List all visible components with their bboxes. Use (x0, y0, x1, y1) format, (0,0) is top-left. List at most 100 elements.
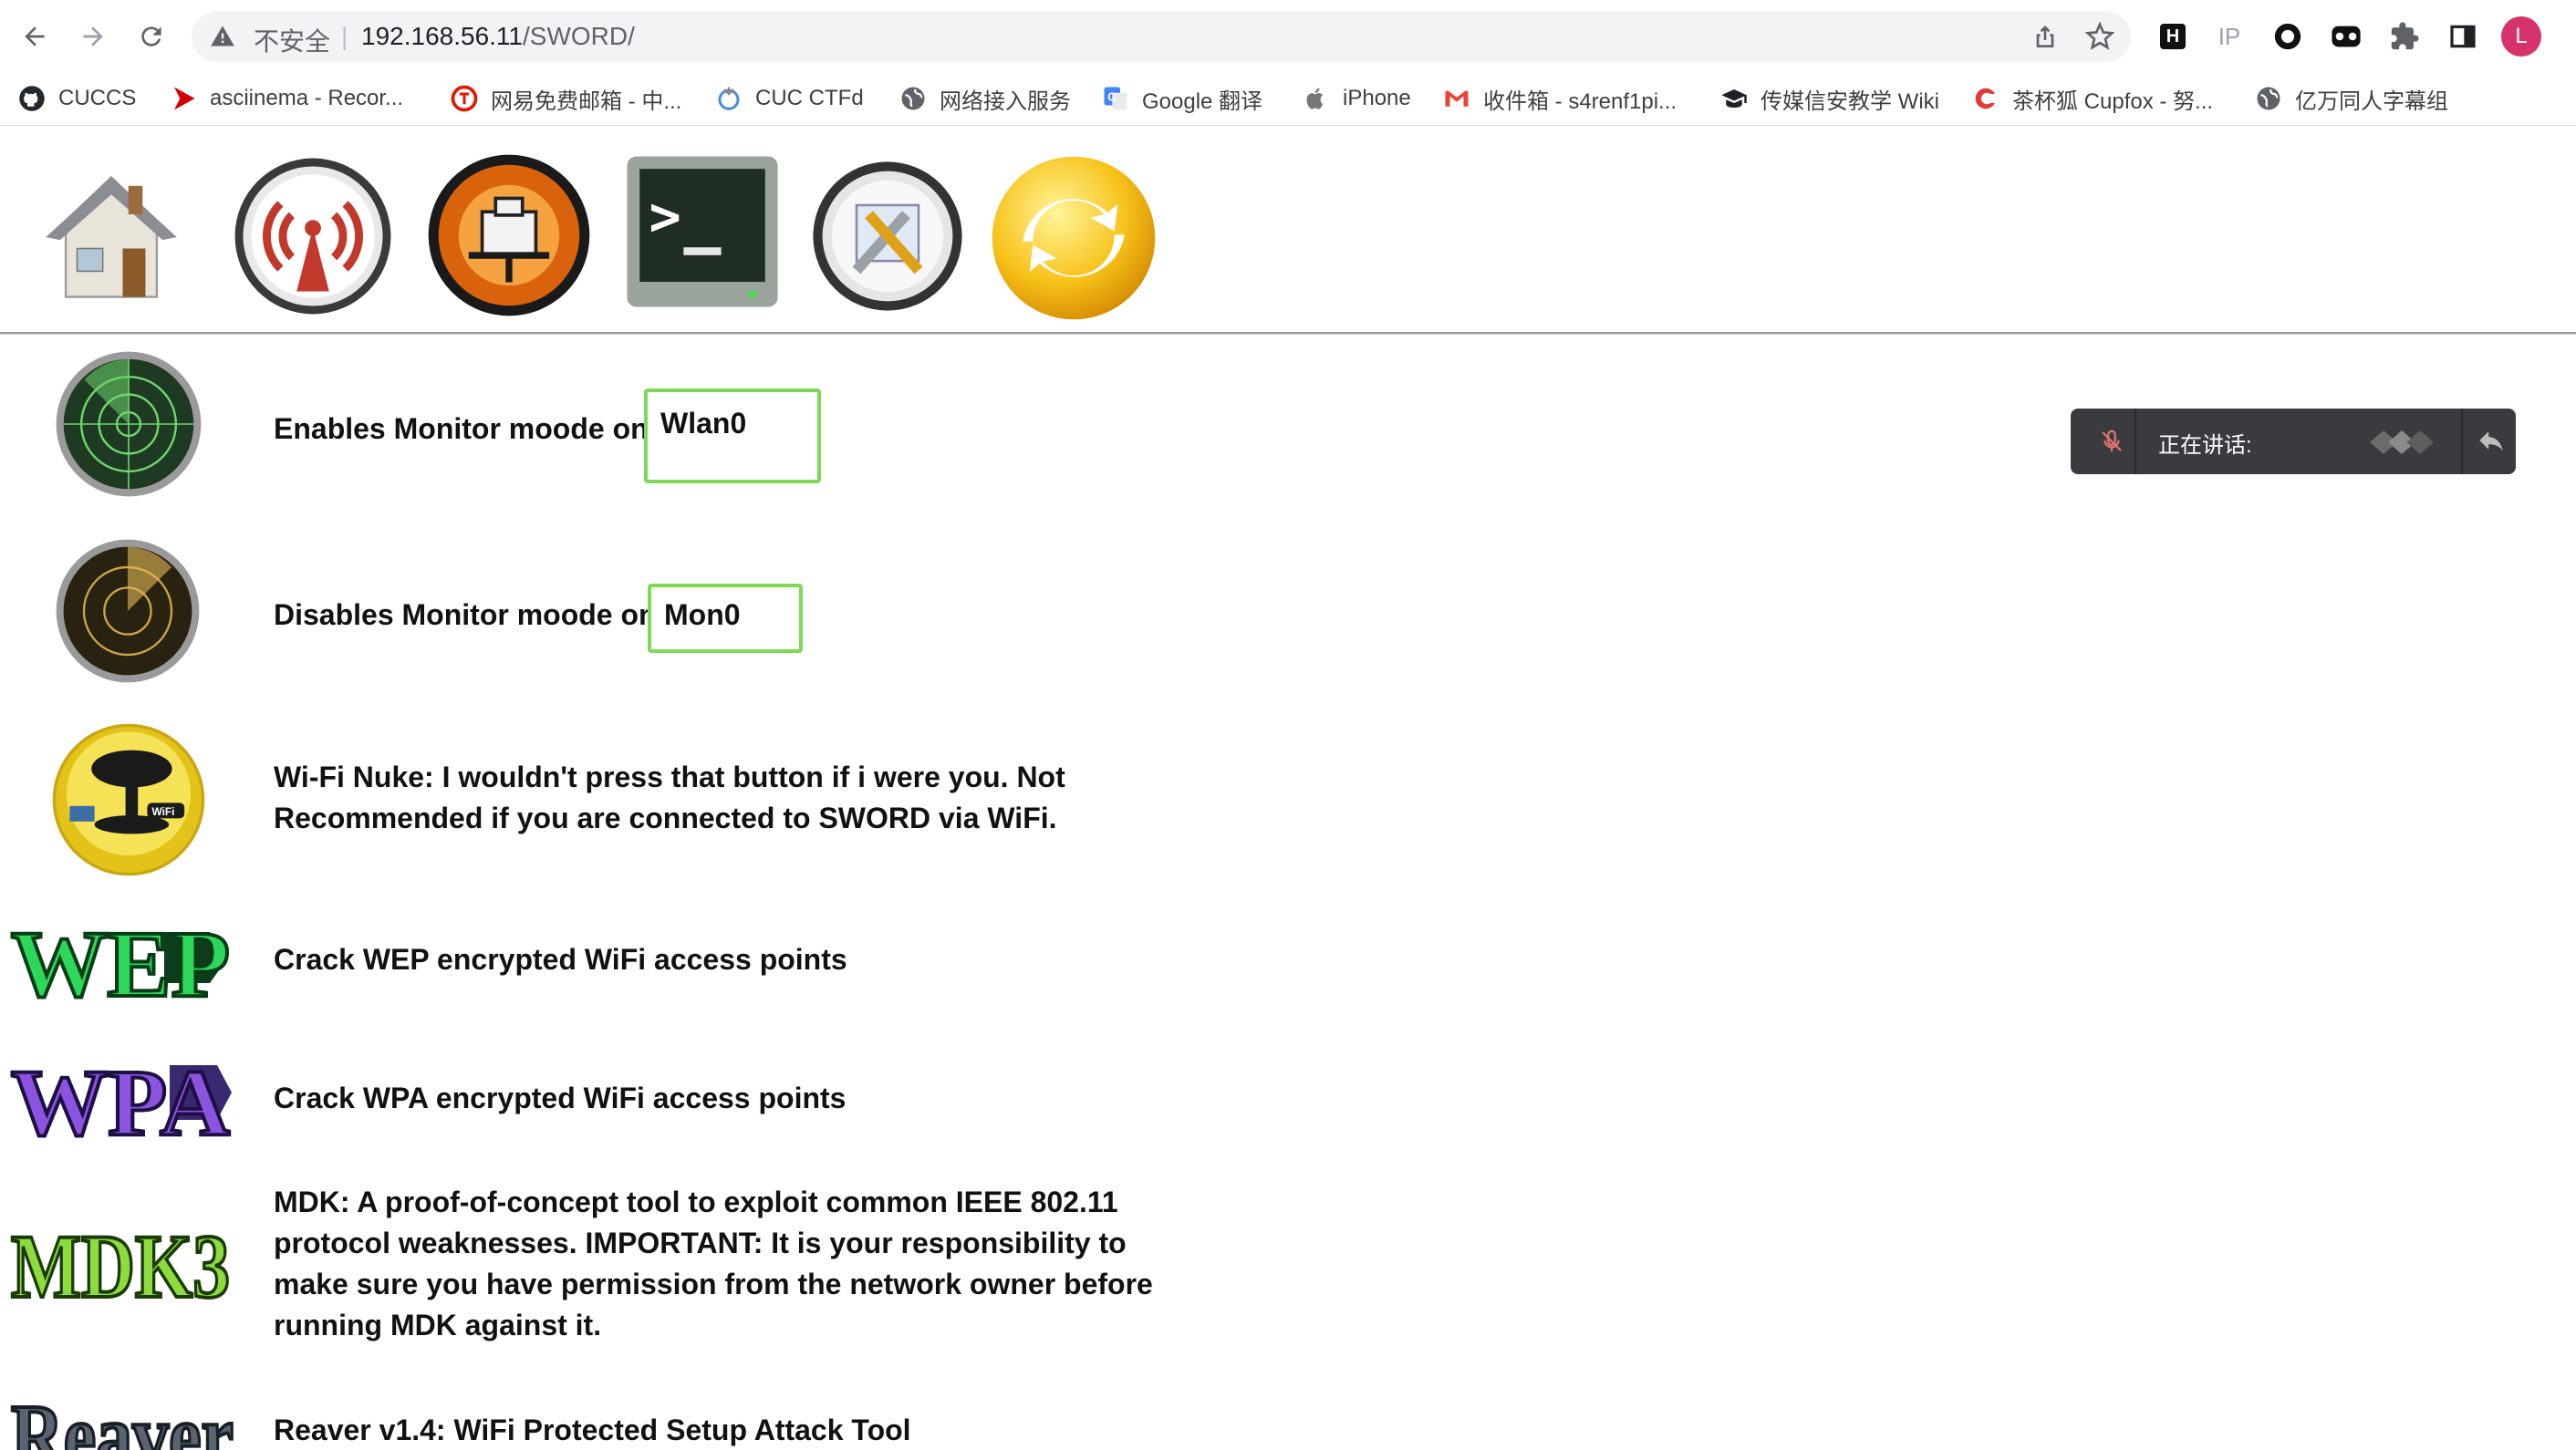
extension-glasses[interactable] (2328, 18, 2364, 55)
cupfox-icon (1972, 85, 2000, 112)
gold-radar-icon[interactable] (55, 538, 201, 684)
extension-circle[interactable] (2270, 18, 2306, 55)
speaking-label: 正在讲话: (2158, 433, 2252, 458)
monitor-on-description: Enables Monitor moode on (274, 412, 649, 445)
nuke-description: Wi-Fi Nuke: I wouldn't press that button… (274, 761, 1065, 834)
green-radar-icon[interactable] (55, 350, 203, 498)
svg-text:>: > (649, 185, 681, 247)
monitor-off-description: Disables Monitor moode on (274, 598, 657, 631)
wlan0-field[interactable]: Wlan0 (644, 388, 821, 483)
bookmark-label: iPhone (1343, 86, 1411, 110)
puzzle-icon (2391, 22, 2419, 50)
speaking-indicator: 正在讲话: (2071, 409, 2516, 474)
bookmark-cupfox[interactable]: 茶杯狐 Cupfox - 努... (1972, 80, 2213, 117)
wep-description: Crack WEP encrypted WiFi access points (274, 943, 847, 976)
extension-h-icon: H (2160, 24, 2186, 49)
terminal-icon[interactable]: > (624, 153, 781, 310)
bubble-divider (2461, 409, 2463, 474)
extension-h[interactable]: H (2155, 18, 2191, 55)
url-path: /SWORD/ (522, 22, 635, 50)
security-label: 不安全 (254, 27, 331, 56)
arrow-left-icon (25, 26, 45, 47)
ethernet-icon[interactable] (425, 151, 593, 319)
bookmark-netease[interactable]: 网易免费邮箱 - 中... (451, 80, 681, 117)
sword-toolbar: > (0, 128, 2576, 333)
bookmark-asciinema[interactable]: asciinema - Recor... (170, 80, 403, 117)
ctfd-icon (715, 85, 743, 112)
mdk3-logo[interactable]: MDK3 (9, 1206, 237, 1311)
wpa-logo-text: WPA (11, 1051, 230, 1147)
circle-record-icon (2274, 23, 2301, 50)
github-icon (18, 85, 46, 112)
asciinema-icon (170, 85, 197, 112)
globe-icon (899, 85, 927, 112)
reaver-logo-text: Reaver (11, 1385, 234, 1450)
toolbar-divider (0, 332, 2576, 335)
bookmark-yiwan[interactable]: 亿万同人字幕组 (2255, 80, 2448, 117)
muted-mic-icon[interactable] (2098, 427, 2125, 456)
address-separator: | (341, 22, 348, 50)
bookmark-label: CUC CTFd (755, 86, 864, 110)
bookmark-label: 亿万同人字幕组 (2295, 88, 2448, 114)
url-text: 192.168.56.11/SWORD/ (361, 22, 635, 51)
wep-logo-text: WEP (11, 912, 230, 1010)
wifi-nuke-icon[interactable]: WiFi (51, 722, 206, 877)
tools-icon[interactable] (810, 159, 965, 314)
google-translate-icon: G (1102, 85, 1129, 112)
mdk3-logo-text: MDK3 (11, 1216, 230, 1311)
bookmark-label: Google 翻译 (1142, 88, 1263, 114)
address-bar[interactable]: 不安全 | 192.168.56.11/SWORD/ (192, 11, 2131, 62)
reload-icon (141, 26, 161, 47)
bookmark-google-translate[interactable]: G Google 翻译 (1102, 80, 1262, 117)
wpa-description: Crack WPA encrypted WiFi access points (274, 1082, 847, 1114)
bookmark-label: 茶杯狐 Cupfox - 努... (2012, 88, 2214, 114)
share-icon[interactable] (2031, 22, 2060, 51)
apple-icon (1303, 85, 1330, 112)
profile-avatar[interactable]: L (2501, 16, 2541, 57)
bookmark-label: 收件箱 - s4renf1pi... (1483, 88, 1678, 114)
glasses-icon (2332, 26, 2361, 47)
bookmark-cuc-ctfd[interactable]: CUC CTFd (715, 80, 864, 117)
speaker-avatars-icon (2370, 430, 2434, 454)
reply-icon[interactable] (2476, 425, 2507, 456)
wep-logo[interactable]: WEP (9, 905, 237, 1010)
bookmark-gmail[interactable]: 收件箱 - s4renf1pi... (1443, 80, 1677, 117)
globe-icon (2255, 85, 2282, 112)
side-panel-icon (2450, 25, 2476, 48)
bubble-divider (2135, 409, 2136, 474)
wifi-tower-icon[interactable] (232, 155, 394, 317)
url-host: 192.168.56.11 (361, 22, 523, 50)
bookmark-label: asciinema - Recor... (210, 86, 404, 110)
refresh-icon[interactable] (989, 153, 1158, 323)
bookmark-star-icon[interactable] (2085, 22, 2114, 51)
wifi-badge-text: WiFi (151, 805, 174, 818)
netease-icon (451, 85, 478, 112)
home-icon[interactable] (40, 166, 182, 308)
browser-toolbar: 不安全 | 192.168.56.11/SWORD/ H IP L (0, 0, 2576, 73)
warning-icon (211, 26, 234, 47)
wpa-logo[interactable]: WPA (9, 1041, 237, 1147)
side-panel-button[interactable] (2445, 18, 2481, 55)
bookmark-label: 网易免费邮箱 - 中... (491, 88, 682, 114)
extensions-menu[interactable] (2386, 18, 2423, 55)
mon0-field[interactable]: Mon0 (648, 584, 803, 653)
back-button[interactable] (13, 15, 57, 58)
bookmark-label: 传媒信安教学 Wiki (1761, 88, 1939, 114)
bookmark-wiki[interactable]: 传媒信安教学 Wiki (1720, 80, 1939, 117)
bookmark-label: 网络接入服务 (940, 88, 1071, 114)
svg-text:G: G (1107, 91, 1117, 104)
extension-ip[interactable]: IP (2211, 18, 2248, 55)
gmail-icon (1443, 85, 1470, 112)
bookmark-iphone[interactable]: iPhone (1303, 80, 1411, 117)
reaver-logo[interactable]: Reaver (9, 1375, 237, 1450)
forward-button[interactable] (71, 15, 115, 58)
bookmark-network-access[interactable]: 网络接入服务 (899, 80, 1071, 117)
arrow-right-icon (83, 26, 103, 47)
bookmarks-bar: CUCCS asciinema - Recor... 网易免费邮箱 - 中...… (0, 73, 2576, 126)
reaver-description: Reaver v1.4: WiFi Protected Setup Attack… (274, 1414, 911, 1446)
extension-ip-icon: IP (2218, 22, 2241, 50)
mdk-description: MDK: A proof-of-concept tool to exploit … (274, 1186, 1153, 1341)
bookmark-cuccs[interactable]: CUCCS (18, 80, 136, 117)
reload-button[interactable] (130, 15, 173, 58)
bookmark-label: CUCCS (58, 86, 137, 110)
